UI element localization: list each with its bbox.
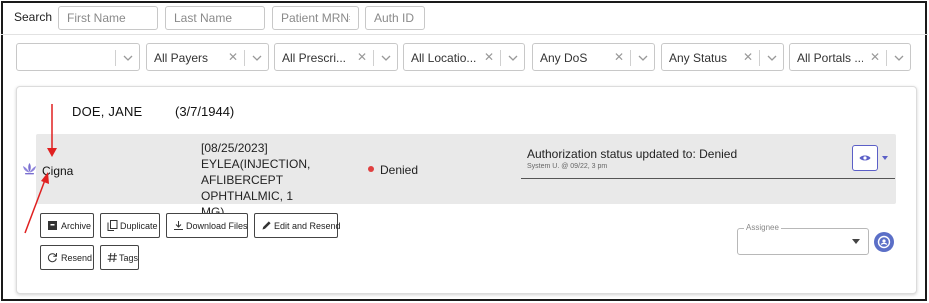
- download-files-button[interactable]: Download Files: [166, 213, 248, 238]
- clear-icon[interactable]: ✕: [357, 50, 367, 64]
- filter-select-status[interactable]: Any Status ✕: [661, 43, 784, 71]
- clear-icon[interactable]: ✕: [614, 50, 624, 64]
- eye-icon: [859, 155, 871, 161]
- clear-icon[interactable]: ✕: [228, 50, 238, 64]
- resend-label: Resend: [61, 253, 93, 263]
- chevron-down-icon: [381, 55, 391, 61]
- filter-select-label: All Prescri...: [282, 51, 347, 65]
- duplicate-icon: [107, 220, 118, 231]
- filter-select-payers[interactable]: All Payers ✕: [146, 43, 269, 71]
- reassign-button[interactable]: [874, 232, 894, 252]
- filter-select-locations[interactable]: All Locatio... ✕: [403, 43, 525, 71]
- lotus-icon: [23, 163, 36, 175]
- patient-mrn-input[interactable]: [272, 6, 359, 30]
- filter-select-portals[interactable]: All Portals ... ✕: [789, 43, 911, 71]
- last-name-input[interactable]: [165, 6, 265, 30]
- chevron-down-icon: [767, 55, 777, 61]
- duplicate-label: Duplicate: [120, 221, 158, 231]
- search-label: Search: [14, 10, 53, 24]
- clear-icon[interactable]: ✕: [484, 50, 494, 64]
- filter-divider: [373, 50, 374, 66]
- patient-name[interactable]: DOE, JANE: [72, 104, 142, 119]
- drug-name-line: AFLIBERCEPT OPHTHALMIC, 1: [201, 173, 294, 203]
- archive-label: Archive: [61, 221, 92, 231]
- auth-id-input[interactable]: [365, 6, 425, 30]
- update-underline: [521, 178, 895, 179]
- refresh-icon: [47, 253, 57, 263]
- filter-select-label: All Payers: [154, 51, 209, 65]
- clear-icon[interactable]: ✕: [743, 50, 753, 64]
- edit-and-resend-button[interactable]: Edit and Resend: [254, 213, 341, 238]
- authorization-row[interactable]: [36, 134, 896, 204]
- filter-divider: [500, 50, 501, 66]
- filter-select-practice[interactable]: [16, 43, 140, 71]
- filter-select-label: Any DoS: [540, 51, 588, 65]
- payer-name: Cigna: [42, 164, 74, 178]
- patient-dob: (3/7/1944): [175, 104, 235, 119]
- service-date: [08/25/2023]: [201, 141, 268, 155]
- filter-select-prescribers[interactable]: All Prescri... ✕: [274, 43, 398, 71]
- resend-button[interactable]: Resend: [40, 245, 94, 270]
- status-dot: [368, 166, 374, 172]
- latest-update-meta: System U. @ 09/22, 3 pm: [527, 163, 608, 170]
- chevron-down-icon: [508, 55, 518, 61]
- hashtag-icon: [107, 252, 117, 263]
- status-text: Denied: [380, 163, 419, 177]
- download-icon: [174, 221, 183, 230]
- drug-info: [08/25/2023] EYLEA(INJECTION, AFLIBERCEP…: [201, 140, 361, 220]
- search-divider: [1, 34, 928, 35]
- filter-select-label: Any Status: [669, 51, 728, 65]
- chevron-down-icon: [252, 55, 262, 61]
- archive-button[interactable]: Archive: [40, 213, 94, 238]
- pencil-icon: [262, 221, 271, 230]
- filter-select-label: All Portals ...: [797, 51, 863, 65]
- first-name-input[interactable]: [58, 6, 158, 30]
- assignee-label: Assignee: [744, 223, 781, 232]
- filter-divider: [759, 50, 760, 66]
- assignee-caret-icon[interactable]: [852, 239, 860, 244]
- tags-label: Tags: [119, 253, 139, 263]
- reassign-icon: [877, 235, 891, 249]
- chevron-down-icon: [638, 55, 648, 61]
- chevron-down-icon: [894, 55, 904, 61]
- filter-divider: [115, 50, 116, 66]
- archive-icon: [48, 221, 57, 230]
- download-files-label: Download Files: [186, 221, 248, 231]
- clear-icon[interactable]: ✕: [870, 50, 880, 64]
- drug-name-line: EYLEA(INJECTION,: [201, 157, 311, 171]
- view-dropdown-caret-icon[interactable]: [882, 156, 888, 160]
- assignee-select[interactable]: [737, 228, 869, 255]
- latest-update-text: Authorization status updated to: Denied: [527, 147, 738, 161]
- edit-and-resend-label: Edit and Resend: [274, 221, 341, 231]
- filter-divider: [630, 50, 631, 66]
- filter-select-dos[interactable]: Any DoS ✕: [532, 43, 655, 71]
- tags-button[interactable]: Tags: [100, 245, 139, 270]
- duplicate-button[interactable]: Duplicate: [100, 213, 160, 238]
- view-button[interactable]: [852, 145, 878, 171]
- filter-divider: [886, 50, 887, 66]
- filter-select-label: All Locatio...: [411, 51, 477, 65]
- filter-divider: [244, 50, 245, 66]
- chevron-down-icon: [123, 55, 133, 61]
